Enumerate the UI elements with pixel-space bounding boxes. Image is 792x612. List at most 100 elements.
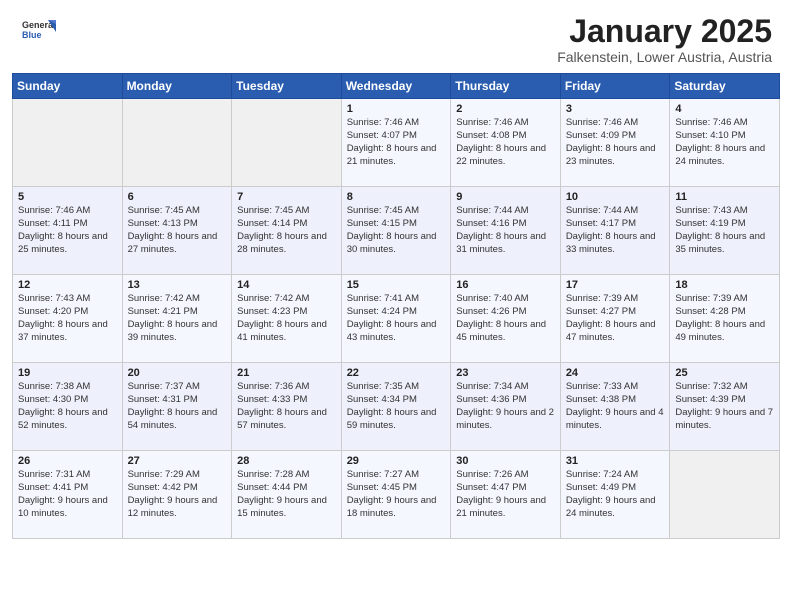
- day-number: 28: [237, 455, 336, 467]
- calendar-cell: 20 Sunrise: 7:37 AM Sunset: 4:31 PM Dayli…: [122, 363, 232, 451]
- day-content: Sunrise: 7:28 AM Sunset: 4:44 PM Dayligh…: [237, 469, 336, 520]
- calendar-cell: 14 Sunrise: 7:42 AM Sunset: 4:23 PM Dayli…: [232, 275, 342, 363]
- day-content: Sunrise: 7:44 AM Sunset: 4:16 PM Dayligh…: [456, 205, 555, 256]
- day-number: 18: [675, 279, 774, 291]
- day-number: 16: [456, 279, 555, 291]
- calendar-cell: 22 Sunrise: 7:35 AM Sunset: 4:34 PM Dayli…: [341, 363, 451, 451]
- logo: General Blue: [20, 14, 56, 50]
- day-number: 15: [347, 279, 446, 291]
- day-content: Sunrise: 7:38 AM Sunset: 4:30 PM Dayligh…: [18, 381, 117, 432]
- calendar-cell: 17Sunrise: 7:39 AM Sunset: 4:27 PM Dayli…: [560, 275, 670, 363]
- day-number: 3: [566, 103, 665, 115]
- day-content: Sunrise: 7:46 AM Sunset: 4:11 PM Dayligh…: [18, 205, 117, 256]
- day-content: Sunrise: 7:43 AM Sunset: 4:20 PM Dayligh…: [18, 293, 117, 344]
- day-content: Sunrise: 7:24 AM Sunset: 4:49 PM Dayligh…: [566, 469, 665, 520]
- calendar-cell: 29 Sunrise: 7:27 AM Sunset: 4:45 PM Dayli…: [341, 451, 451, 539]
- day-content: Sunrise: 7:42 AM Sunset: 4:23 PM Dayligh…: [237, 293, 336, 344]
- day-content: Sunrise: 7:44 AM Sunset: 4:17 PM Dayligh…: [566, 205, 665, 256]
- calendar-cell: [122, 99, 232, 187]
- logo-icon: General Blue: [20, 14, 56, 50]
- day-number: 23: [456, 367, 555, 379]
- calendar-cell: 8Sunrise: 7:45 AM Sunset: 4:15 PM Daylig…: [341, 187, 451, 275]
- day-number: 20: [128, 367, 227, 379]
- day-content: Sunrise: 7:45 AM Sunset: 4:14 PM Dayligh…: [237, 205, 336, 256]
- svg-text:Blue: Blue: [22, 30, 42, 40]
- day-number: 13: [128, 279, 227, 291]
- calendar-cell: 30Sunrise: 7:26 AM Sunset: 4:47 PM Dayli…: [451, 451, 561, 539]
- calendar-cell: 4 Sunrise: 7:46 AM Sunset: 4:10 PM Daylig…: [670, 99, 780, 187]
- day-content: Sunrise: 7:35 AM Sunset: 4:34 PM Dayligh…: [347, 381, 446, 432]
- day-content: Sunrise: 7:26 AM Sunset: 4:47 PM Dayligh…: [456, 469, 555, 520]
- calendar-cell: 18 Sunrise: 7:39 AM Sunset: 4:28 PM Dayli…: [670, 275, 780, 363]
- day-content: Sunrise: 7:37 AM Sunset: 4:31 PM Dayligh…: [128, 381, 227, 432]
- day-content: Sunrise: 7:42 AM Sunset: 4:21 PM Dayligh…: [128, 293, 227, 344]
- day-number: 1: [347, 103, 446, 115]
- day-content: Sunrise: 7:46 AM Sunset: 4:10 PM Dayligh…: [675, 117, 774, 168]
- calendar-cell: 13 Sunrise: 7:42 AM Sunset: 4:21 PM Dayli…: [122, 275, 232, 363]
- day-content: Sunrise: 7:31 AM Sunset: 4:41 PM Dayligh…: [18, 469, 117, 520]
- day-number: 9: [456, 191, 555, 203]
- calendar-cell: [13, 99, 123, 187]
- weekday-header-row: SundayMondayTuesdayWednesdayThursdayFrid…: [13, 74, 780, 99]
- calendar-cell: 1 Sunrise: 7:46 AM Sunset: 4:07 PM Daylig…: [341, 99, 451, 187]
- calendar-cell: 7 Sunrise: 7:45 AM Sunset: 4:14 PM Daylig…: [232, 187, 342, 275]
- week-row-0: 1 Sunrise: 7:46 AM Sunset: 4:07 PM Daylig…: [13, 99, 780, 187]
- calendar: SundayMondayTuesdayWednesdayThursdayFrid…: [0, 73, 792, 612]
- day-number: 29: [347, 455, 446, 467]
- calendar-cell: 23 Sunrise: 7:34 AM Sunset: 4:36 PM Dayli…: [451, 363, 561, 451]
- day-content: Sunrise: 7:29 AM Sunset: 4:42 PM Dayligh…: [128, 469, 227, 520]
- calendar-cell: 25Sunrise: 7:32 AM Sunset: 4:39 PM Dayli…: [670, 363, 780, 451]
- calendar-cell: 6 Sunrise: 7:45 AM Sunset: 4:13 PM Daylig…: [122, 187, 232, 275]
- day-content: Sunrise: 7:27 AM Sunset: 4:45 PM Dayligh…: [347, 469, 446, 520]
- day-content: Sunrise: 7:39 AM Sunset: 4:28 PM Dayligh…: [675, 293, 774, 344]
- day-content: Sunrise: 7:41 AM Sunset: 4:24 PM Dayligh…: [347, 293, 446, 344]
- calendar-cell: 28 Sunrise: 7:28 AM Sunset: 4:44 PM Dayli…: [232, 451, 342, 539]
- calendar-cell: 2 Sunrise: 7:46 AM Sunset: 4:08 PM Daylig…: [451, 99, 561, 187]
- day-content: Sunrise: 7:40 AM Sunset: 4:26 PM Dayligh…: [456, 293, 555, 344]
- day-content: Sunrise: 7:36 AM Sunset: 4:33 PM Dayligh…: [237, 381, 336, 432]
- weekday-monday: Monday: [122, 74, 232, 99]
- calendar-cell: 11Sunrise: 7:43 AM Sunset: 4:19 PM Dayli…: [670, 187, 780, 275]
- calendar-cell: 10Sunrise: 7:44 AM Sunset: 4:17 PM Dayli…: [560, 187, 670, 275]
- day-number: 22: [347, 367, 446, 379]
- day-content: Sunrise: 7:33 AM Sunset: 4:38 PM Dayligh…: [566, 381, 665, 432]
- week-row-4: 26Sunrise: 7:31 AM Sunset: 4:41 PM Dayli…: [13, 451, 780, 539]
- week-row-3: 19 Sunrise: 7:38 AM Sunset: 4:30 PM Dayli…: [13, 363, 780, 451]
- day-number: 5: [18, 191, 117, 203]
- calendar-cell: 27Sunrise: 7:29 AM Sunset: 4:42 PM Dayli…: [122, 451, 232, 539]
- day-number: 7: [237, 191, 336, 203]
- calendar-cell: 9 Sunrise: 7:44 AM Sunset: 4:16 PM Daylig…: [451, 187, 561, 275]
- day-content: Sunrise: 7:34 AM Sunset: 4:36 PM Dayligh…: [456, 381, 555, 432]
- day-content: Sunrise: 7:39 AM Sunset: 4:27 PM Dayligh…: [566, 293, 665, 344]
- weekday-friday: Friday: [560, 74, 670, 99]
- week-row-1: 5 Sunrise: 7:46 AM Sunset: 4:11 PM Daylig…: [13, 187, 780, 275]
- calendar-cell: 24 Sunrise: 7:33 AM Sunset: 4:38 PM Dayli…: [560, 363, 670, 451]
- day-number: 2: [456, 103, 555, 115]
- calendar-cell: 3 Sunrise: 7:46 AM Sunset: 4:09 PM Daylig…: [560, 99, 670, 187]
- header-right: January 2025 Falkenstein, Lower Austria,…: [557, 14, 772, 65]
- day-number: 14: [237, 279, 336, 291]
- day-number: 6: [128, 191, 227, 203]
- calendar-cell: 21Sunrise: 7:36 AM Sunset: 4:33 PM Dayli…: [232, 363, 342, 451]
- calendar-cell: 5 Sunrise: 7:46 AM Sunset: 4:11 PM Daylig…: [13, 187, 123, 275]
- weekday-tuesday: Tuesday: [232, 74, 342, 99]
- day-content: Sunrise: 7:46 AM Sunset: 4:09 PM Dayligh…: [566, 117, 665, 168]
- calendar-cell: 12Sunrise: 7:43 AM Sunset: 4:20 PM Dayli…: [13, 275, 123, 363]
- day-number: 24: [566, 367, 665, 379]
- header: General Blue January 2025 Falkenstein, L…: [0, 0, 792, 73]
- weekday-thursday: Thursday: [451, 74, 561, 99]
- day-number: 4: [675, 103, 774, 115]
- month-title: January 2025: [557, 14, 772, 49]
- day-number: 11: [675, 191, 774, 203]
- week-row-2: 12Sunrise: 7:43 AM Sunset: 4:20 PM Dayli…: [13, 275, 780, 363]
- calendar-cell: 26Sunrise: 7:31 AM Sunset: 4:41 PM Dayli…: [13, 451, 123, 539]
- weekday-wednesday: Wednesday: [341, 74, 451, 99]
- calendar-cell: 15 Sunrise: 7:41 AM Sunset: 4:24 PM Dayli…: [341, 275, 451, 363]
- location-title: Falkenstein, Lower Austria, Austria: [557, 49, 772, 65]
- day-content: Sunrise: 7:45 AM Sunset: 4:13 PM Dayligh…: [128, 205, 227, 256]
- weekday-sunday: Sunday: [13, 74, 123, 99]
- day-number: 19: [18, 367, 117, 379]
- day-content: Sunrise: 7:46 AM Sunset: 4:07 PM Dayligh…: [347, 117, 446, 168]
- calendar-cell: [232, 99, 342, 187]
- day-content: Sunrise: 7:46 AM Sunset: 4:08 PM Dayligh…: [456, 117, 555, 168]
